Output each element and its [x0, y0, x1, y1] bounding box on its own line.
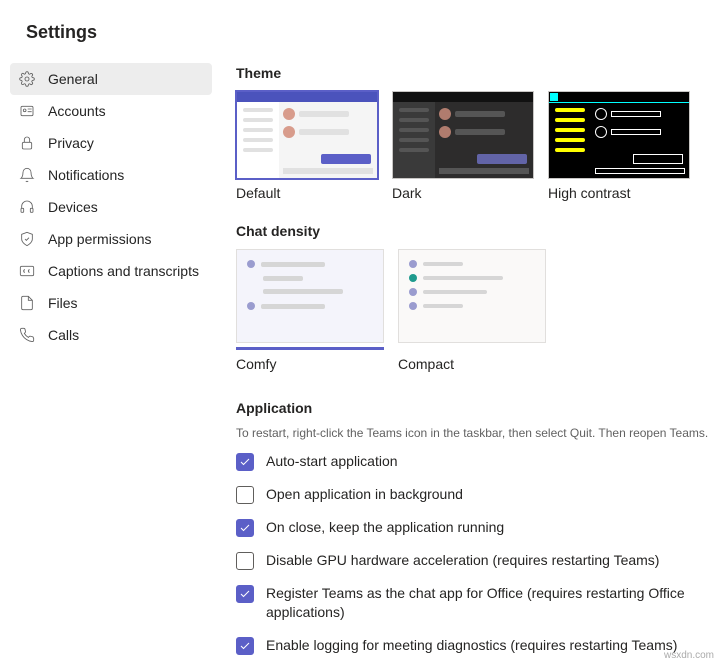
sidebar-item-label: Privacy — [48, 135, 94, 151]
checkbox[interactable] — [236, 552, 254, 570]
density-label-compact: Compact — [398, 356, 546, 372]
bell-icon — [18, 166, 36, 184]
cc-icon — [18, 262, 36, 280]
checkbox-label: On close, keep the application running — [266, 518, 504, 537]
shield-icon — [18, 230, 36, 248]
density-thumb-comfy — [236, 249, 384, 343]
sidebar-item-label: General — [48, 71, 98, 87]
checkbox[interactable] — [236, 486, 254, 504]
sidebar: General Accounts Privacy Notifications Devic… — [0, 59, 222, 665]
gear-icon — [18, 70, 36, 88]
theme-option-dark[interactable]: Dark — [392, 91, 534, 201]
sidebar-item-label: Devices — [48, 199, 98, 215]
checkbox-label: Register Teams as the chat app for Offic… — [266, 584, 686, 622]
theme-option-default[interactable]: Default — [236, 91, 378, 201]
sidebar-item-captions[interactable]: Captions and transcripts — [10, 255, 212, 287]
settings-content: Theme Default — [222, 59, 720, 665]
checkbox-label: Open application in background — [266, 485, 463, 504]
file-icon — [18, 294, 36, 312]
sidebar-item-devices[interactable]: Devices — [10, 191, 212, 223]
sidebar-item-files[interactable]: Files — [10, 287, 212, 319]
checkbox-row: Disable GPU hardware acceleration (requi… — [236, 551, 720, 570]
checkbox-row: Open application in background — [236, 485, 720, 504]
application-tip: To restart, right-click the Teams icon i… — [236, 426, 720, 440]
theme-option-high-contrast[interactable]: High contrast — [548, 91, 690, 201]
theme-thumb-default — [236, 91, 378, 179]
sidebar-item-label: Calls — [48, 327, 79, 343]
chat-density-heading: Chat density — [236, 223, 720, 239]
checkbox[interactable] — [236, 585, 254, 603]
sidebar-item-label: Notifications — [48, 167, 124, 183]
application-heading: Application — [236, 400, 720, 416]
sidebar-item-app-permissions[interactable]: App permissions — [10, 223, 212, 255]
density-label-comfy: Comfy — [236, 356, 384, 372]
sidebar-item-calls[interactable]: Calls — [10, 319, 212, 351]
checkbox-label: Enable logging for meeting diagnostics (… — [266, 636, 677, 655]
density-option-compact[interactable]: Compact — [398, 249, 546, 372]
sidebar-item-label: App permissions — [48, 231, 152, 247]
checkbox[interactable] — [236, 453, 254, 471]
sidebar-item-general[interactable]: General — [10, 63, 212, 95]
sidebar-item-accounts[interactable]: Accounts — [10, 95, 212, 127]
checkbox-row: Register Teams as the chat app for Offic… — [236, 584, 720, 622]
theme-options: Default Dark — [236, 91, 720, 201]
theme-heading: Theme — [236, 65, 720, 81]
phone-icon — [18, 326, 36, 344]
theme-label-default: Default — [236, 185, 378, 201]
sidebar-item-label: Captions and transcripts — [48, 263, 199, 279]
watermark: wsxdn.com — [664, 650, 714, 661]
headset-icon — [18, 198, 36, 216]
density-thumb-compact — [398, 249, 546, 343]
checkbox-label: Disable GPU hardware acceleration (requi… — [266, 551, 659, 570]
density-option-comfy[interactable]: Comfy — [236, 249, 384, 372]
checkbox-row: Auto-start application — [236, 452, 720, 471]
checkbox[interactable] — [236, 519, 254, 537]
checkbox-row: Enable logging for meeting diagnostics (… — [236, 636, 720, 655]
sidebar-item-privacy[interactable]: Privacy — [10, 127, 212, 159]
checkbox[interactable] — [236, 637, 254, 655]
theme-label-dark: Dark — [392, 185, 534, 201]
page-title: Settings — [0, 0, 720, 59]
checkbox-label: Auto-start application — [266, 452, 398, 471]
card-icon — [18, 102, 36, 120]
checkbox-row: On close, keep the application running — [236, 518, 720, 537]
sidebar-item-label: Files — [48, 295, 78, 311]
sidebar-item-label: Accounts — [48, 103, 106, 119]
theme-label-high-contrast: High contrast — [548, 185, 690, 201]
lock-icon — [18, 134, 36, 152]
theme-thumb-high-contrast — [548, 91, 690, 179]
theme-thumb-dark — [392, 91, 534, 179]
chat-density-options: Comfy Compact — [236, 249, 720, 372]
sidebar-item-notifications[interactable]: Notifications — [10, 159, 212, 191]
